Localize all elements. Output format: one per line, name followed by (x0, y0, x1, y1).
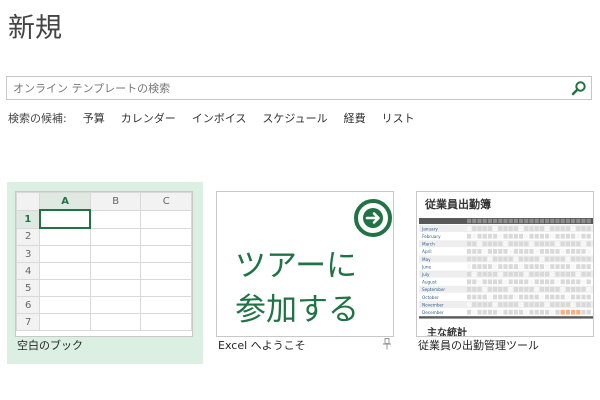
month-label: December (422, 310, 444, 315)
tour-headline-line1: ツアーに (235, 248, 358, 284)
suggestion-link-schedule[interactable]: スケジュール (262, 110, 327, 126)
welcome-tour-thumbnail: ツアーに 参加する (216, 191, 394, 337)
attendance-table-preview: January February March April May June July Augu… (419, 218, 593, 319)
attendance-caption: 従業員の出勤管理ツール (418, 339, 539, 352)
row-header-6: 6 (16, 296, 41, 314)
selected-cell (38, 209, 92, 229)
month-label: April (422, 249, 432, 254)
pin-icon[interactable] (382, 338, 392, 350)
tour-headline: ツアーに 参加する (235, 244, 359, 332)
month-label: January (421, 226, 438, 231)
suggestion-link-list[interactable]: リスト (382, 110, 415, 126)
search-icon[interactable] (571, 80, 587, 96)
suggestion-link-invoice[interactable]: インボイス (192, 110, 247, 126)
attendance-tracker-tile[interactable]: 従業員出勤簿 January February March April May June J… (408, 182, 600, 364)
search-input[interactable] (7, 77, 573, 99)
page-title: 新規 (8, 13, 62, 44)
column-header-c: C (140, 192, 192, 211)
month-label: June (421, 264, 432, 269)
suggestions-label: 検索の候補: (8, 112, 67, 125)
search-suggestions: 検索の候補: 予算 カレンダー インボイス スケジュール 経費 リスト (8, 110, 431, 126)
row-header-3: 3 (16, 245, 41, 263)
month-label: November (422, 302, 444, 307)
month-label: March (422, 242, 435, 247)
suggestion-link-expenses[interactable]: 経費 (344, 110, 366, 126)
grid-corner (16, 192, 41, 211)
arrow-right-circle-icon (354, 199, 392, 237)
month-label: August (422, 280, 437, 285)
attendance-title: 従業員出勤簿 (425, 198, 491, 211)
month-label: July (421, 272, 430, 277)
suggestion-link-calendar[interactable]: カレンダー (121, 110, 176, 126)
month-label: September (422, 287, 445, 292)
row-header-7: 7 (16, 313, 41, 331)
welcome-tour-caption: Excel へようこそ (218, 339, 306, 352)
blank-workbook-caption: 空白のブック (17, 339, 83, 352)
blank-workbook-tile[interactable]: A B C 1 2 3 4 5 6 7 空白のブック (7, 182, 203, 364)
suggestion-link-budget[interactable]: 予算 (83, 110, 105, 126)
tour-headline-line2: 参加する (235, 292, 359, 328)
row-header-2: 2 (16, 227, 41, 246)
sheet-grid-preview: A B C 1 2 3 4 5 6 7 (16, 192, 192, 331)
column-header-a: A (39, 192, 91, 211)
month-label: February (422, 234, 441, 239)
attendance-thumbnail: 従業員出勤簿 January February March April May June J… (416, 191, 594, 337)
row-header-4: 4 (16, 262, 41, 280)
column-header-b: B (89, 192, 142, 211)
month-label: October (422, 295, 439, 300)
row-header-5: 5 (16, 279, 41, 297)
template-search-box[interactable] (6, 76, 592, 100)
row-header-1: 1 (16, 209, 41, 229)
month-label: May (422, 257, 431, 262)
blank-workbook-thumbnail: A B C 1 2 3 4 5 6 7 (15, 191, 193, 337)
welcome-tour-tile[interactable]: ツアーに 参加する Excel へようこそ (208, 182, 402, 364)
attendance-stats-label: 主な統計 (427, 328, 467, 337)
